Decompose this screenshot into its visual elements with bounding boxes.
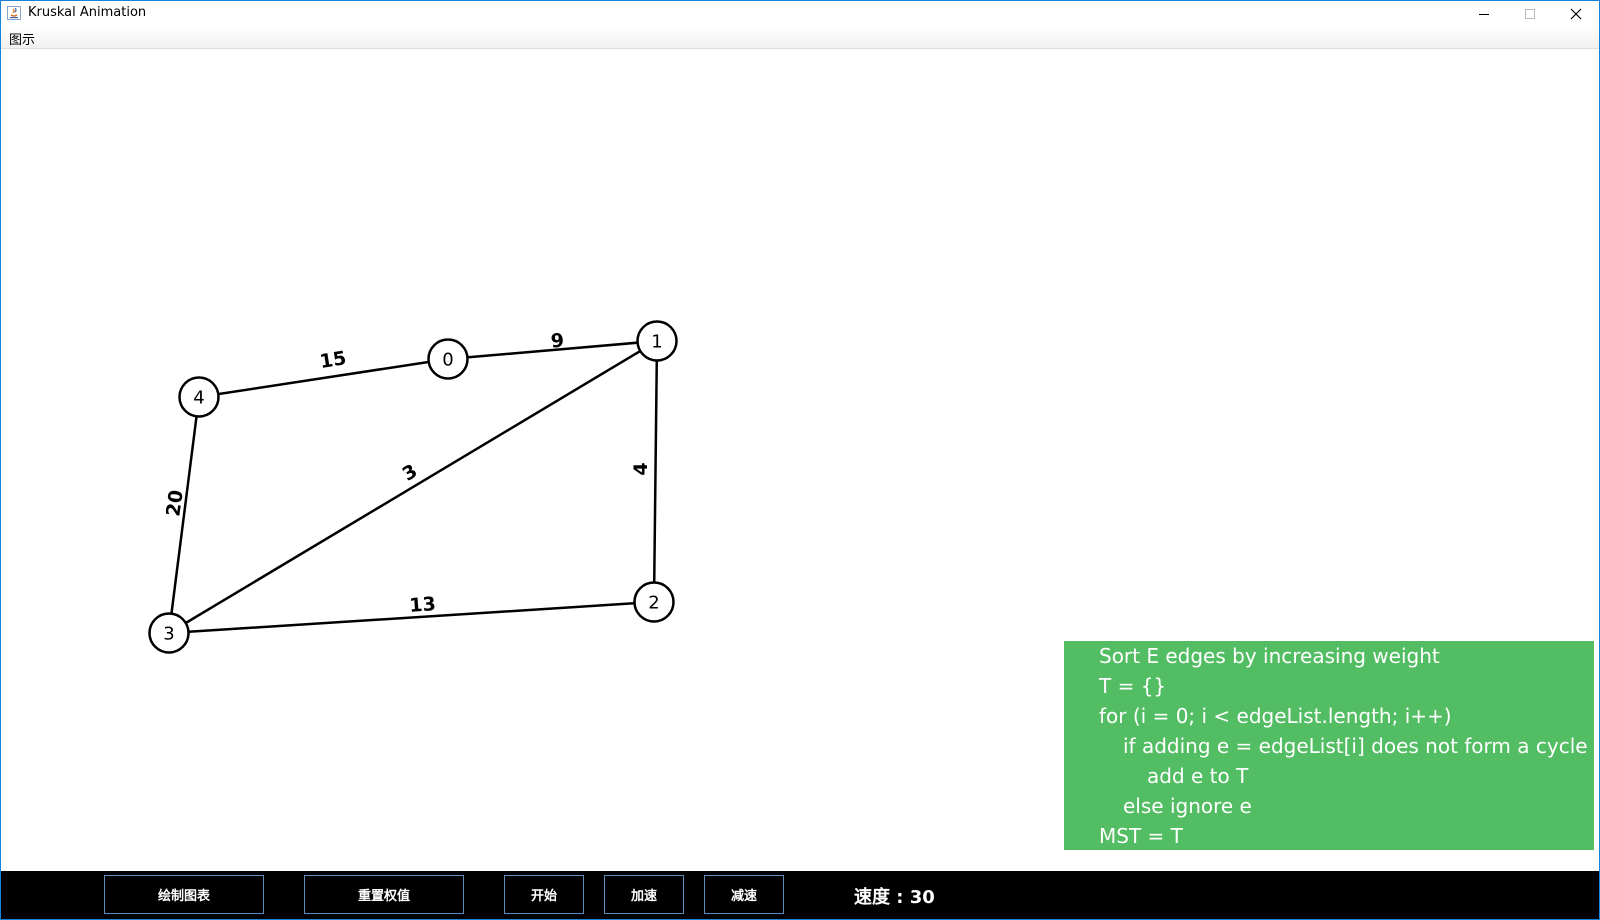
- app-window: Kruskal Animation 图示 15 9 3 4 20 13 0 1 …: [0, 0, 1600, 920]
- edge-weight-4-3: 20: [162, 489, 187, 518]
- close-icon: [1570, 8, 1582, 20]
- minimize-button[interactable]: [1461, 1, 1507, 27]
- graph-node-4[interactable]: 4: [178, 376, 220, 418]
- start-button[interactable]: 开始: [504, 875, 584, 914]
- graph-node-2[interactable]: 2: [633, 581, 675, 623]
- pseudocode-line: Sort E edges by increasing weight: [1099, 644, 1440, 668]
- edge-weight-0-1: 9: [550, 329, 565, 352]
- graph-node-0[interactable]: 0: [427, 338, 469, 380]
- edge-1-2: [652, 340, 659, 603]
- edge-weight-4-0: 15: [318, 347, 348, 373]
- close-button[interactable]: [1553, 1, 1599, 27]
- menu-diagram[interactable]: 图示: [9, 29, 35, 48]
- graph-node-1[interactable]: 1: [636, 320, 678, 362]
- pseudocode-line: if adding e = edgeList[i] does not form …: [1123, 734, 1588, 758]
- menu-bar: 图示: [1, 27, 1599, 49]
- pseudocode-line: MST = T: [1099, 824, 1183, 848]
- title-bar[interactable]: Kruskal Animation: [1, 1, 1599, 27]
- edge-weight-1-2: 4: [630, 462, 652, 475]
- node-label-1: 1: [651, 332, 662, 353]
- node-label-3: 3: [163, 624, 174, 645]
- node-label-0: 0: [442, 350, 453, 371]
- node-label-2: 2: [648, 593, 659, 614]
- maximize-button[interactable]: [1507, 1, 1553, 27]
- graph-node-3[interactable]: 3: [148, 612, 190, 654]
- minimize-icon: [1479, 14, 1489, 15]
- control-bar: 绘制图表 重置权值 开始 加速 减速 速度 : 30: [1, 871, 1599, 919]
- pseudocode-line: T = {}: [1099, 674, 1167, 698]
- java-app-icon: [7, 6, 21, 20]
- speed-up-button[interactable]: 加速: [604, 875, 684, 914]
- edge-weight-3-2: 13: [409, 593, 437, 617]
- speed-indicator: 速度 : 30: [854, 887, 935, 908]
- slow-down-button[interactable]: 减速: [704, 875, 784, 914]
- pseudocode-panel: Sort E edges by increasing weight T = {}…: [1064, 641, 1594, 850]
- maximize-icon: [1525, 9, 1535, 19]
- pseudocode-line: for (i = 0; i < edgeList.length; i++): [1099, 704, 1452, 728]
- pseudocode-line: else ignore e: [1123, 794, 1252, 818]
- graph-canvas[interactable]: 15 9 3 4 20 13 0 1 2 3 4 Sort E edges by…: [1, 49, 1599, 871]
- node-label-4: 4: [193, 388, 204, 409]
- pseudocode-line: add e to T: [1147, 764, 1249, 788]
- window-title: Kruskal Animation: [28, 5, 147, 20]
- reset-weights-button[interactable]: 重置权值: [304, 875, 464, 914]
- edge-1-3: [168, 339, 658, 635]
- edge-weight-1-3: 3: [399, 460, 422, 486]
- draw-graph-button[interactable]: 绘制图表: [104, 875, 264, 914]
